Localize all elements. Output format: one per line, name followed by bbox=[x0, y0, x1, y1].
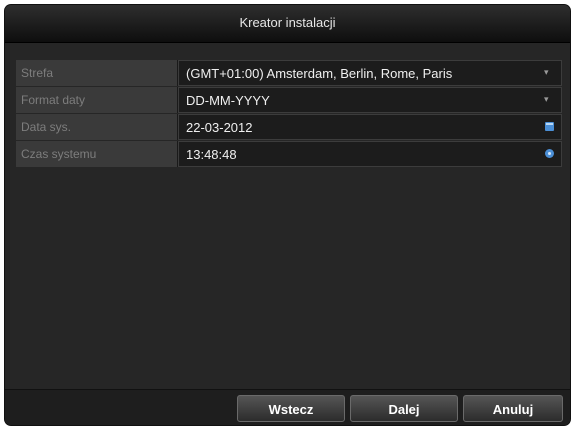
timezone-value: (GMT+01:00) Amsterdam, Berlin, Rome, Par… bbox=[186, 66, 453, 81]
system-time-field[interactable]: 13:48:48 bbox=[178, 141, 562, 167]
chevron-down-icon[interactable]: ▾ bbox=[544, 95, 553, 104]
system-time-label: Czas systemu bbox=[16, 141, 178, 167]
next-button[interactable]: Dalej bbox=[350, 395, 458, 422]
system-date-row: Data sys. 22-03-2012 bbox=[16, 114, 562, 140]
dialog-footer: Wstecz Dalej Anuluj bbox=[5, 389, 570, 425]
clock-icon[interactable] bbox=[545, 149, 554, 158]
dialog-content: Strefa (GMT+01:00) Amsterdam, Berlin, Ro… bbox=[5, 43, 570, 425]
calendar-icon[interactable] bbox=[545, 122, 554, 131]
date-format-select[interactable]: DD-MM-YYYY ▾ bbox=[178, 87, 562, 113]
timezone-label: Strefa bbox=[16, 60, 178, 86]
cancel-button[interactable]: Anuluj bbox=[463, 395, 563, 422]
date-format-value: DD-MM-YYYY bbox=[186, 93, 270, 108]
system-date-field[interactable]: 22-03-2012 bbox=[178, 114, 562, 140]
system-date-value: 22-03-2012 bbox=[186, 120, 253, 135]
installation-wizard-dialog: Kreator instalacji Strefa (GMT+01:00) Am… bbox=[5, 5, 570, 425]
date-format-row: Format daty DD-MM-YYYY ▾ bbox=[16, 87, 562, 113]
system-date-label: Data sys. bbox=[16, 114, 178, 140]
system-time-row: Czas systemu 13:48:48 bbox=[16, 141, 562, 167]
date-format-label: Format daty bbox=[16, 87, 178, 113]
chevron-down-icon[interactable]: ▾ bbox=[544, 68, 553, 77]
back-button[interactable]: Wstecz bbox=[237, 395, 345, 422]
dialog-title: Kreator instalacji bbox=[5, 5, 570, 43]
timezone-select[interactable]: (GMT+01:00) Amsterdam, Berlin, Rome, Par… bbox=[178, 60, 562, 86]
settings-form: Strefa (GMT+01:00) Amsterdam, Berlin, Ro… bbox=[16, 60, 562, 168]
timezone-row: Strefa (GMT+01:00) Amsterdam, Berlin, Ro… bbox=[16, 60, 562, 86]
system-time-value: 13:48:48 bbox=[186, 147, 237, 162]
